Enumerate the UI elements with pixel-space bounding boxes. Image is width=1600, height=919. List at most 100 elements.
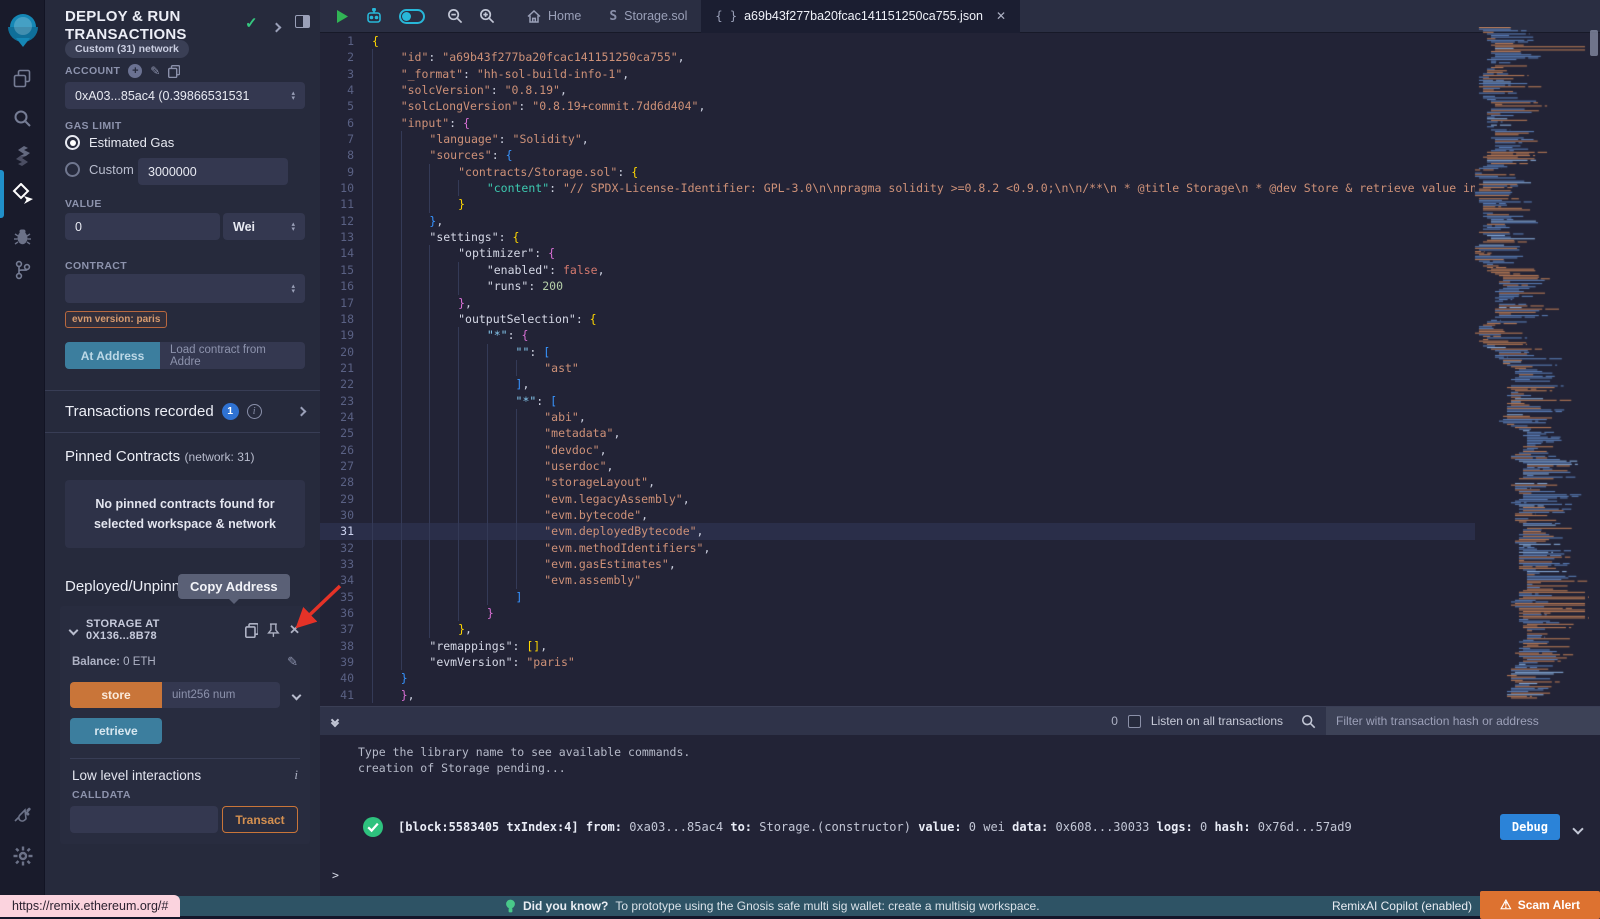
custom-gas-input[interactable]: 3000000 xyxy=(138,158,288,185)
minimap[interactable] xyxy=(1473,27,1589,703)
close-tab-icon[interactable]: ✕ xyxy=(996,9,1006,23)
transaction-count: 0 xyxy=(1111,714,1118,728)
zoom-in-icon[interactable] xyxy=(471,0,503,33)
store-arg-input[interactable]: uint256 num xyxy=(162,682,280,708)
pinned-contracts-title: Pinned Contracts xyxy=(65,448,180,465)
deploy-run-panel: DEPLOY & RUN TRANSACTIONS ✓ Custom (31) … xyxy=(45,0,320,919)
plugin-manager-icon[interactable] xyxy=(0,795,45,831)
code-line: 26 "devdoc", xyxy=(320,442,1475,458)
transactions-expand-icon[interactable] xyxy=(298,402,305,420)
listen-all-checkbox[interactable] xyxy=(1128,715,1141,728)
expand-log-icon[interactable] xyxy=(1574,818,1582,837)
estimated-gas-radio[interactable] xyxy=(65,135,80,150)
terminal-line: Type the library name to see available c… xyxy=(320,735,1600,760)
debug-button[interactable]: Debug xyxy=(1500,814,1560,840)
sign-message-icon[interactable]: ✎ xyxy=(150,64,160,78)
file-explorer-icon[interactable] xyxy=(0,60,45,96)
copilot-toggle[interactable] xyxy=(391,0,433,33)
copy-account-icon[interactable] xyxy=(168,65,180,78)
at-address-button[interactable]: At Address xyxy=(65,342,160,369)
terminal-search-icon[interactable] xyxy=(1301,714,1316,729)
solidity-compiler-icon[interactable] xyxy=(0,138,45,174)
search-icon[interactable] xyxy=(0,100,45,136)
code-line: 15 "enabled": false, xyxy=(320,262,1475,278)
code-line: 16 "runs": 200 xyxy=(320,278,1475,294)
code-line: 25 "metadata", xyxy=(320,425,1475,441)
estimated-gas-label: Estimated Gas xyxy=(89,135,174,150)
success-check-icon xyxy=(362,816,384,838)
code-line: 38 "remappings": [], xyxy=(320,638,1475,654)
store-button[interactable]: store xyxy=(70,682,162,708)
expand-store-icon[interactable] xyxy=(293,686,300,704)
url-preview: https://remix.ethereum.org/# xyxy=(0,895,180,917)
code-line: 31 "evm.deployedBytecode", xyxy=(320,523,1475,539)
value-input[interactable]: 0 xyxy=(65,213,220,240)
json-file-icon: { } xyxy=(715,9,737,23)
scam-alert-button[interactable]: ⚠ Scam Alert xyxy=(1480,891,1600,919)
contract-collapse-icon[interactable] xyxy=(70,621,77,639)
transactions-info-icon[interactable]: i xyxy=(247,404,262,419)
contract-label: CONTRACT xyxy=(65,260,127,272)
remix-logo-icon[interactable] xyxy=(0,6,45,54)
code-line: 4 "solcVersion": "0.8.19", xyxy=(320,82,1475,98)
code-line: 18 "outputSelection": { xyxy=(320,311,1475,327)
transact-button[interactable]: Transact xyxy=(222,806,298,833)
at-address-input[interactable]: Load contract from Addre xyxy=(160,342,305,369)
pinned-network-label: (network: 31) xyxy=(185,450,255,464)
code-line: 20 "": [ xyxy=(320,344,1475,360)
edit-balance-icon[interactable]: ✎ xyxy=(287,654,298,670)
value-unit-select[interactable]: Wei ▴▾ xyxy=(223,213,305,240)
code-editor[interactable]: 1{2 "id": "a69b43f277ba20fcac141151250ca… xyxy=(320,33,1475,706)
network-badge: Custom (31) network xyxy=(65,40,189,58)
low-level-info-icon[interactable]: i xyxy=(294,767,298,783)
settings-gear-icon[interactable] xyxy=(0,838,45,874)
code-line: 21 "ast" xyxy=(320,360,1475,376)
terminal-prompt[interactable]: > xyxy=(320,840,1600,883)
terminal-line: creation of Storage pending... xyxy=(320,760,1600,776)
expand-terminal-icon[interactable] xyxy=(332,717,338,726)
code-line: 17 }, xyxy=(320,295,1475,311)
deployed-contract-card: STORAGE AT 0X136...8B78 ✕ Balance: 0 ETH… xyxy=(60,606,310,844)
editor-scrollbar[interactable] xyxy=(1590,30,1598,56)
code-line: 36 } xyxy=(320,605,1475,621)
annotation-arrow xyxy=(230,578,345,638)
custom-gas-label: Custom xyxy=(89,162,134,177)
retrieve-button[interactable]: retrieve xyxy=(70,718,162,744)
code-line: 30 "evm.bytecode", xyxy=(320,507,1475,523)
low-level-label: Low level interactions xyxy=(72,768,201,783)
run-script-icon[interactable] xyxy=(328,0,357,33)
account-select[interactable]: 0xA03...85ac4 (0.39866531531 ▴▾ xyxy=(65,82,305,109)
code-line: 32 "evm.methodIdentifiers", xyxy=(320,540,1475,556)
custom-gas-radio[interactable] xyxy=(65,162,80,177)
add-account-icon[interactable]: + xyxy=(128,64,142,78)
did-you-know-text: To prototype using the Gnosis safe multi… xyxy=(615,899,1039,913)
code-line: 3 "_format": "hh-sol-build-info-1", xyxy=(320,66,1475,82)
panel-title: DEPLOY & RUN TRANSACTIONS xyxy=(65,8,245,44)
transactions-count-badge: 1 xyxy=(222,403,239,420)
collapse-panel-icon[interactable] xyxy=(273,18,280,36)
check-icon: ✓ xyxy=(245,14,258,32)
git-branch-icon[interactable] xyxy=(0,252,45,288)
calldata-input[interactable] xyxy=(70,806,218,833)
tab-storage-sol[interactable]: S Storage.sol xyxy=(595,0,701,33)
tab-build-info-json[interactable]: { } a69b43f277ba20fcac141151250ca755.jso… xyxy=(701,0,1020,33)
copilot-status[interactable]: RemixAI Copilot (enabled) xyxy=(1332,899,1472,913)
account-stepper[interactable]: ▴▾ xyxy=(291,91,295,101)
code-line: 19 "*": { xyxy=(320,327,1475,343)
value-label: VALUE xyxy=(65,198,102,210)
tab-home[interactable]: Home xyxy=(513,0,595,33)
deploy-run-icon[interactable] xyxy=(0,176,45,212)
pin-panel-icon[interactable] xyxy=(295,15,310,28)
zoom-out-icon[interactable] xyxy=(439,0,471,33)
ai-assistant-icon[interactable] xyxy=(357,0,391,33)
transaction-log-row[interactable]: [block:5583405 txIndex:4] from: 0xa03...… xyxy=(320,814,1600,840)
debugger-icon[interactable] xyxy=(0,218,45,254)
evm-version-badge: evm version: paris xyxy=(65,311,167,328)
terminal-filter-input[interactable]: Filter with transaction hash or address xyxy=(1326,707,1600,736)
terminal[interactable]: Type the library name to see available c… xyxy=(320,735,1600,896)
balance-label: Balance: xyxy=(72,656,120,668)
code-line: 9 "contracts/Storage.sol": { xyxy=(320,164,1475,180)
listen-all-label: Listen on all transactions xyxy=(1151,714,1283,728)
did-you-know-label: Did you know? xyxy=(523,899,608,913)
contract-select[interactable]: ▴▾ xyxy=(65,274,305,303)
